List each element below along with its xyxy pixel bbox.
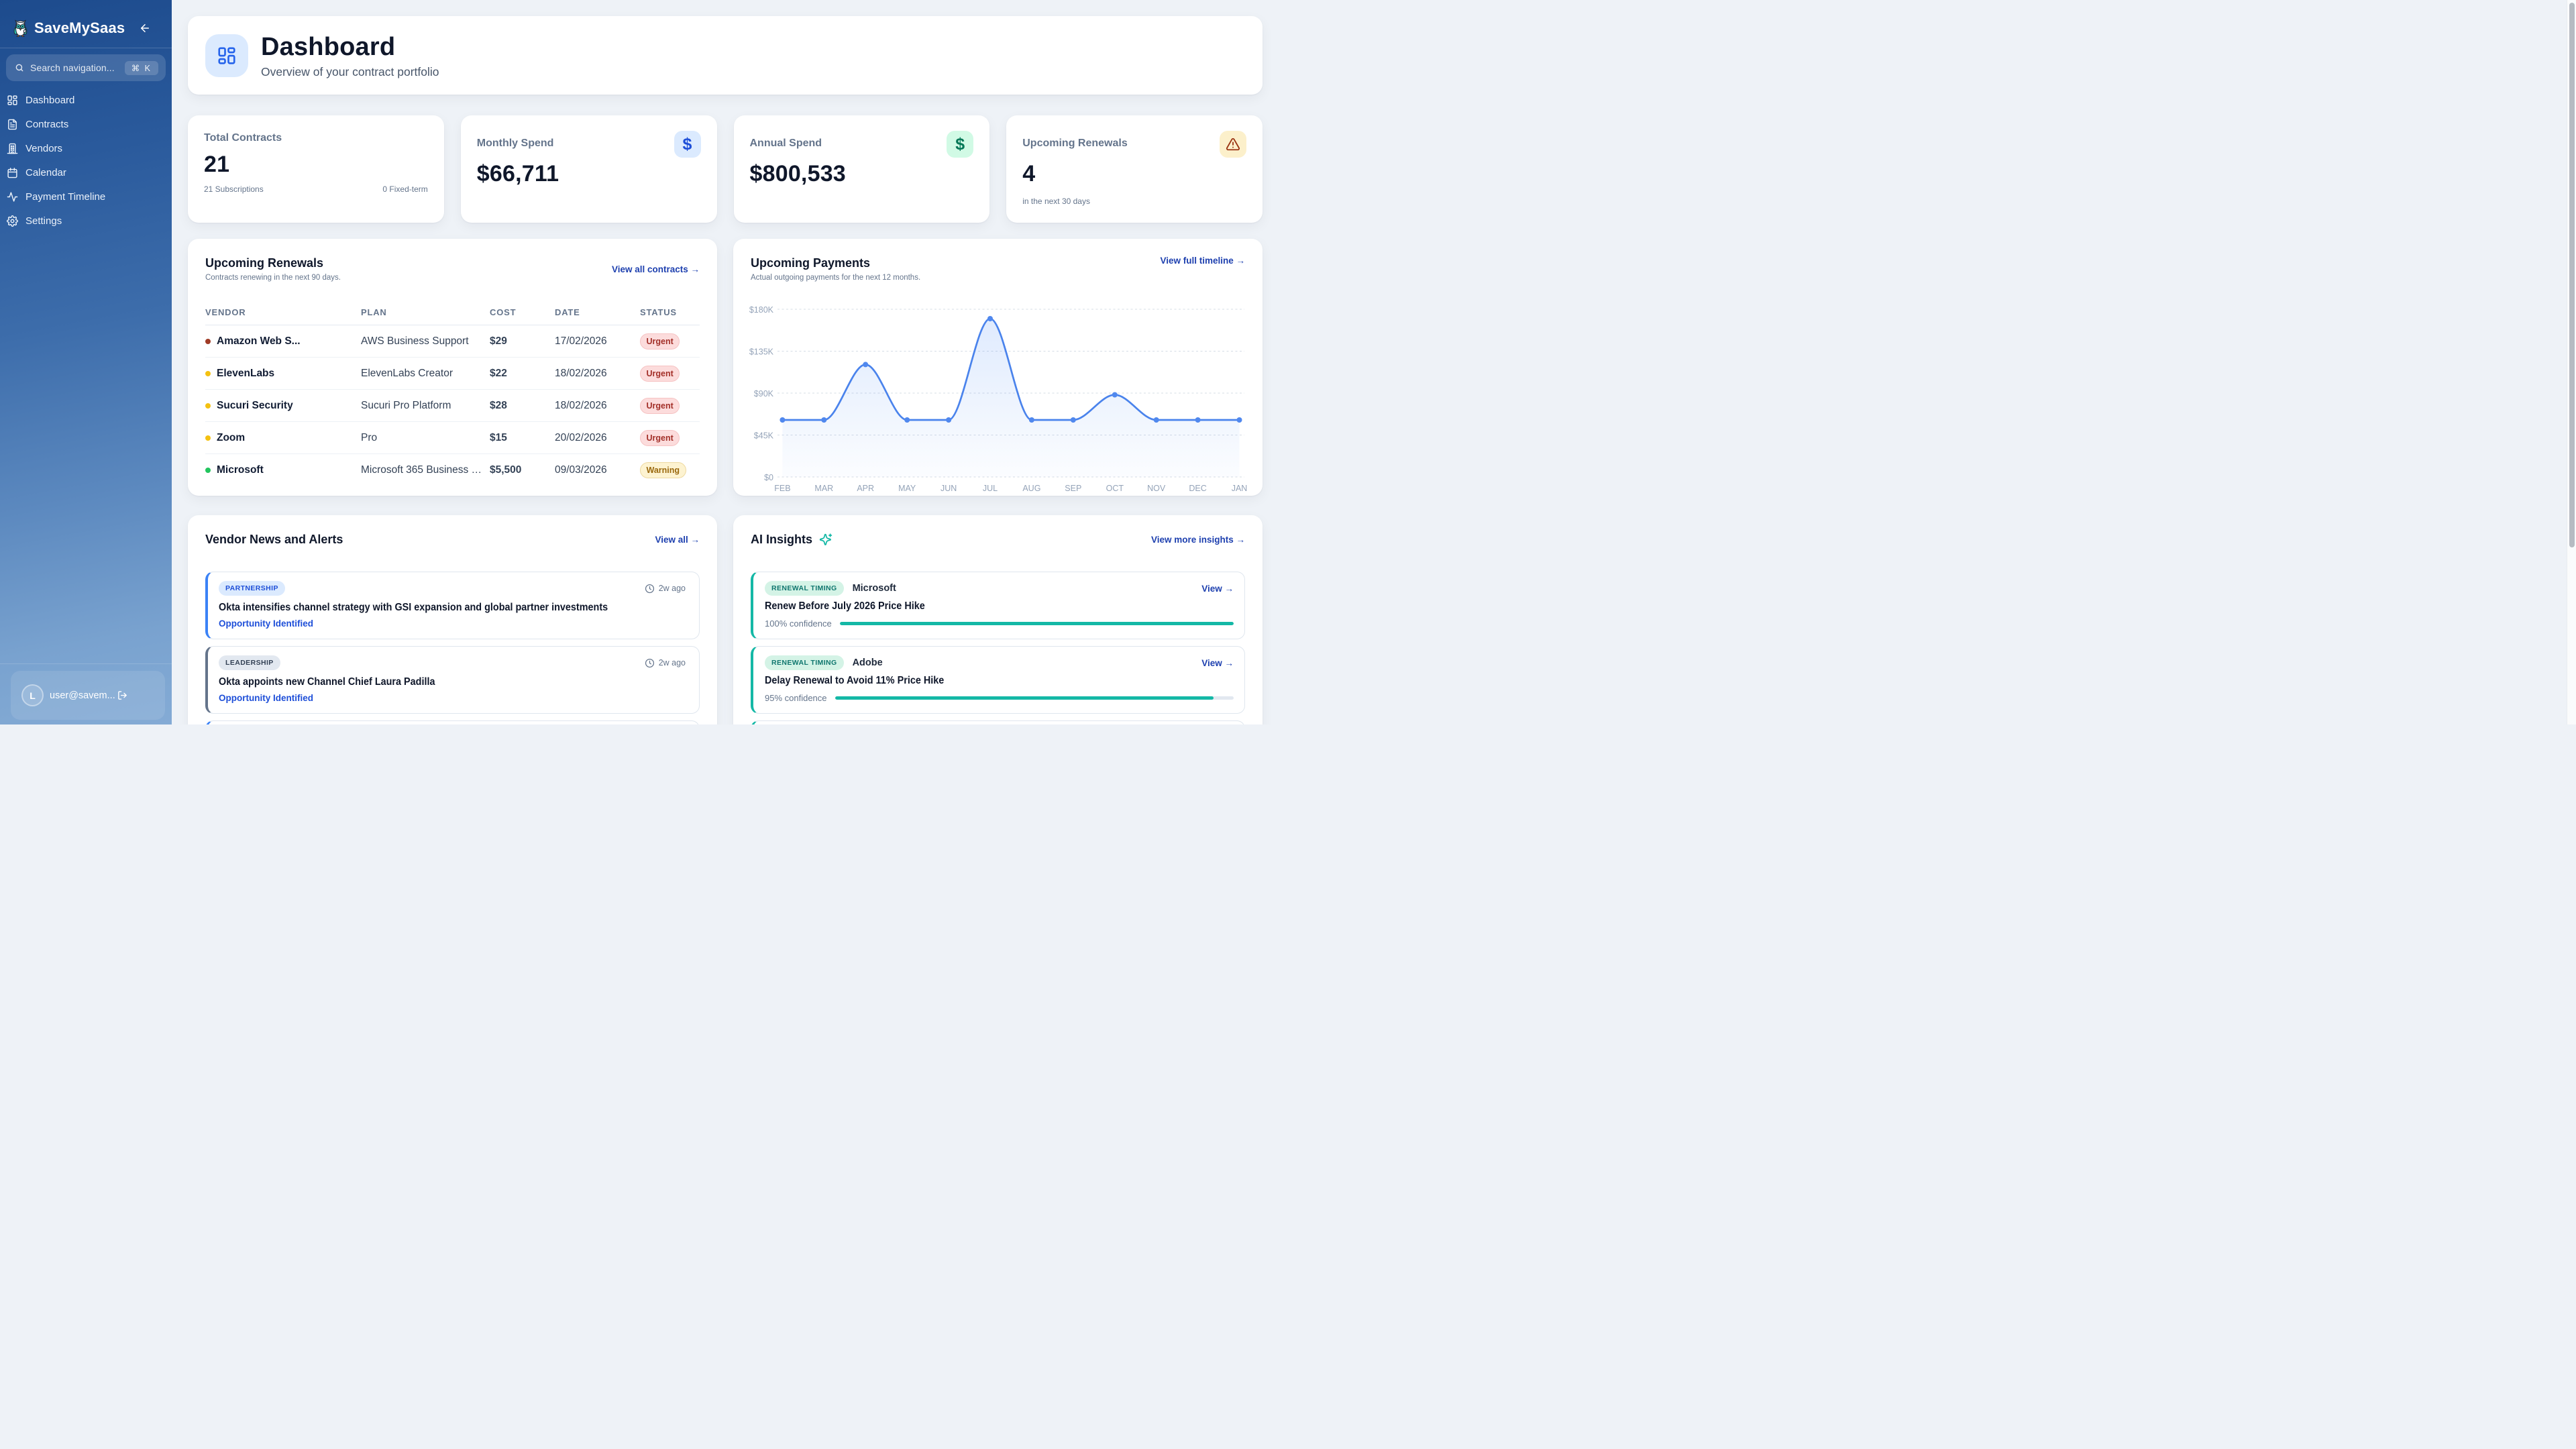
svg-text:APR: APR xyxy=(857,484,874,493)
svg-text:AUG: AUG xyxy=(1022,484,1040,493)
svg-text:FEB: FEB xyxy=(774,484,790,493)
svg-text:DEC: DEC xyxy=(1189,484,1206,493)
svg-text:$180K: $180K xyxy=(749,305,774,315)
svg-text:JAN: JAN xyxy=(1232,484,1248,493)
svg-text:$135K: $135K xyxy=(749,347,774,357)
svg-text:JUL: JUL xyxy=(983,484,998,493)
svg-text:MAY: MAY xyxy=(898,484,916,493)
svg-text:NOV: NOV xyxy=(1147,484,1166,493)
svg-text:$45K: $45K xyxy=(754,431,774,441)
svg-text:OCT: OCT xyxy=(1106,484,1124,493)
svg-text:MAR: MAR xyxy=(814,484,833,493)
svg-text:$90K: $90K xyxy=(754,389,774,398)
svg-text:SEP: SEP xyxy=(1065,484,1081,493)
svg-text:$0: $0 xyxy=(764,473,773,482)
svg-text:JUN: JUN xyxy=(941,484,957,493)
